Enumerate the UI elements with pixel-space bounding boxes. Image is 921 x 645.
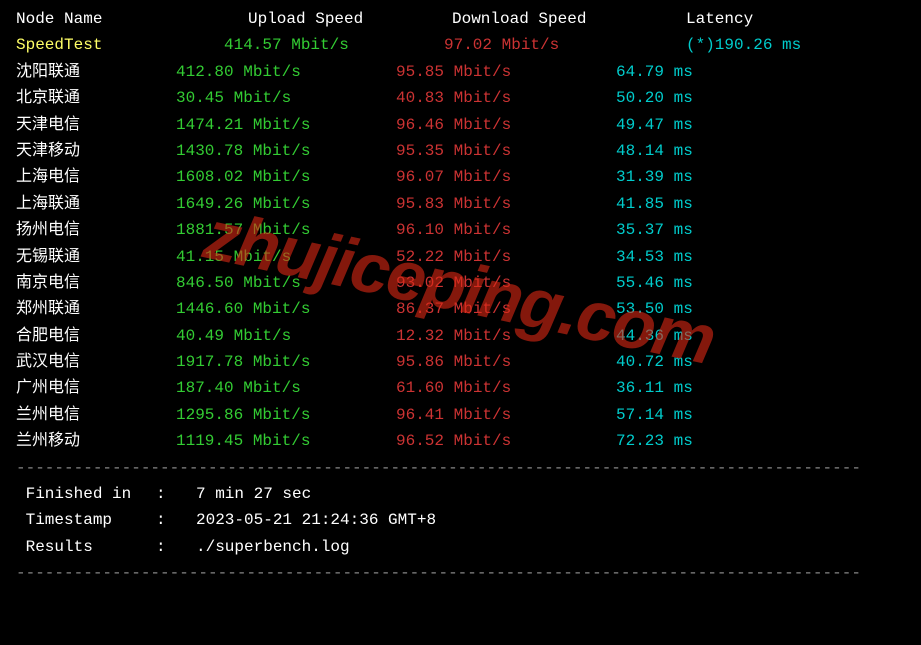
divider-line: ----------------------------------------… xyxy=(16,455,905,481)
table-row: 武汉电信1917.78 Mbit/s95.86 Mbit/s40.72 ms xyxy=(16,349,905,375)
table-row: 扬州电信1881.57 Mbit/s96.10 Mbit/s35.37 ms xyxy=(16,217,905,243)
upload-value: 846.50 Mbit/s xyxy=(176,270,396,296)
latency-value: 53.50 ms xyxy=(616,296,693,322)
table-row: 广州电信187.40 Mbit/s61.60 Mbit/s36.11 ms xyxy=(16,375,905,401)
upload-value: 1446.60 Mbit/s xyxy=(176,296,396,322)
speedtest-name: SpeedTest xyxy=(16,32,176,58)
node-name: 扬州电信 xyxy=(16,217,176,243)
timestamp-label: Timestamp xyxy=(16,507,156,533)
latency-value: 36.11 ms xyxy=(616,375,693,401)
speedtest-latency: (*)190.26 ms xyxy=(616,32,801,58)
table-row: 上海联通1649.26 Mbit/s95.83 Mbit/s41.85 ms xyxy=(16,191,905,217)
timestamp-value: 2023-05-21 21:24:36 GMT+8 xyxy=(196,507,436,533)
node-name: 上海联通 xyxy=(16,191,176,217)
download-value: 12.32 Mbit/s xyxy=(396,323,616,349)
latency-value: 50.20 ms xyxy=(616,85,693,111)
node-name: 郑州联通 xyxy=(16,296,176,322)
node-name: 武汉电信 xyxy=(16,349,176,375)
download-value: 95.86 Mbit/s xyxy=(396,349,616,375)
header-download: Download Speed xyxy=(396,6,616,32)
upload-value: 1119.45 Mbit/s xyxy=(176,428,396,454)
latency-value: 55.46 ms xyxy=(616,270,693,296)
table-row: 天津移动1430.78 Mbit/s95.35 Mbit/s48.14 ms xyxy=(16,138,905,164)
header-upload: Upload Speed xyxy=(176,6,396,32)
latency-value: 44.36 ms xyxy=(616,323,693,349)
footer-separator: : xyxy=(156,534,196,560)
latency-value: 31.39 ms xyxy=(616,164,693,190)
upload-value: 1917.78 Mbit/s xyxy=(176,349,396,375)
table-row: 北京联通30.45 Mbit/s40.83 Mbit/s50.20 ms xyxy=(16,85,905,111)
upload-value: 40.49 Mbit/s xyxy=(176,323,396,349)
table-row: 南京电信846.50 Mbit/s93.02 Mbit/s55.46 ms xyxy=(16,270,905,296)
table-row: 上海电信1608.02 Mbit/s96.07 Mbit/s31.39 ms xyxy=(16,164,905,190)
download-value: 96.52 Mbit/s xyxy=(396,428,616,454)
latency-value: 34.53 ms xyxy=(616,244,693,270)
table-header: Node Name Upload Speed Download Speed La… xyxy=(16,6,905,32)
node-name: 天津移动 xyxy=(16,138,176,164)
download-value: 95.83 Mbit/s xyxy=(396,191,616,217)
upload-value: 1474.21 Mbit/s xyxy=(176,112,396,138)
table-row: 合肥电信40.49 Mbit/s12.32 Mbit/s44.36 ms xyxy=(16,323,905,349)
latency-value: 57.14 ms xyxy=(616,402,693,428)
footer-timestamp: Timestamp : 2023-05-21 21:24:36 GMT+8 xyxy=(16,507,905,533)
upload-value: 187.40 Mbit/s xyxy=(176,375,396,401)
node-name: 上海电信 xyxy=(16,164,176,190)
upload-value: 1881.57 Mbit/s xyxy=(176,217,396,243)
latency-value: 41.85 ms xyxy=(616,191,693,217)
download-value: 96.41 Mbit/s xyxy=(396,402,616,428)
table-row: 兰州移动1119.45 Mbit/s96.52 Mbit/s72.23 ms xyxy=(16,428,905,454)
latency-value: 40.72 ms xyxy=(616,349,693,375)
finished-value: 7 min 27 sec xyxy=(196,481,311,507)
download-value: 95.35 Mbit/s xyxy=(396,138,616,164)
download-value: 40.83 Mbit/s xyxy=(396,85,616,111)
speedtest-download: 97.02 Mbit/s xyxy=(396,32,616,58)
node-name: 广州电信 xyxy=(16,375,176,401)
speedtest-row: SpeedTest 414.57 Mbit/s 97.02 Mbit/s (*)… xyxy=(16,32,905,58)
table-row: 兰州电信1295.86 Mbit/s96.41 Mbit/s57.14 ms xyxy=(16,402,905,428)
table-row: 天津电信1474.21 Mbit/s96.46 Mbit/s49.47 ms xyxy=(16,112,905,138)
node-name: 兰州移动 xyxy=(16,428,176,454)
footer-separator: : xyxy=(156,507,196,533)
latency-value: 49.47 ms xyxy=(616,112,693,138)
download-value: 95.85 Mbit/s xyxy=(396,59,616,85)
footer-separator: : xyxy=(156,481,196,507)
node-name: 北京联通 xyxy=(16,85,176,111)
node-name: 兰州电信 xyxy=(16,402,176,428)
latency-value: 64.79 ms xyxy=(616,59,693,85)
node-name: 南京电信 xyxy=(16,270,176,296)
latency-value: 48.14 ms xyxy=(616,138,693,164)
table-row: 郑州联通1446.60 Mbit/s86.37 Mbit/s53.50 ms xyxy=(16,296,905,322)
download-value: 61.60 Mbit/s xyxy=(396,375,616,401)
header-latency: Latency xyxy=(616,6,753,32)
download-value: 96.07 Mbit/s xyxy=(396,164,616,190)
upload-value: 41.15 Mbit/s xyxy=(176,244,396,270)
table-row: 沈阳联通412.80 Mbit/s95.85 Mbit/s64.79 ms xyxy=(16,59,905,85)
download-value: 96.46 Mbit/s xyxy=(396,112,616,138)
speedtest-upload: 414.57 Mbit/s xyxy=(176,32,396,58)
upload-value: 1608.02 Mbit/s xyxy=(176,164,396,190)
latency-value: 35.37 ms xyxy=(616,217,693,243)
upload-value: 1430.78 Mbit/s xyxy=(176,138,396,164)
download-value: 52.22 Mbit/s xyxy=(396,244,616,270)
download-value: 96.10 Mbit/s xyxy=(396,217,616,243)
results-value: ./superbench.log xyxy=(196,534,350,560)
footer-finished: Finished in : 7 min 27 sec xyxy=(16,481,905,507)
node-name: 天津电信 xyxy=(16,112,176,138)
download-value: 93.02 Mbit/s xyxy=(396,270,616,296)
table-row: 无锡联通41.15 Mbit/s52.22 Mbit/s34.53 ms xyxy=(16,244,905,270)
node-name: 沈阳联通 xyxy=(16,59,176,85)
footer-results: Results : ./superbench.log xyxy=(16,534,905,560)
upload-value: 1295.86 Mbit/s xyxy=(176,402,396,428)
finished-label: Finished in xyxy=(16,481,156,507)
upload-value: 1649.26 Mbit/s xyxy=(176,191,396,217)
download-value: 86.37 Mbit/s xyxy=(396,296,616,322)
upload-value: 30.45 Mbit/s xyxy=(176,85,396,111)
divider-line-bottom: ----------------------------------------… xyxy=(16,560,905,586)
latency-value: 72.23 ms xyxy=(616,428,693,454)
results-label: Results xyxy=(16,534,156,560)
node-name: 合肥电信 xyxy=(16,323,176,349)
header-node-name: Node Name xyxy=(16,6,176,32)
upload-value: 412.80 Mbit/s xyxy=(176,59,396,85)
node-name: 无锡联通 xyxy=(16,244,176,270)
